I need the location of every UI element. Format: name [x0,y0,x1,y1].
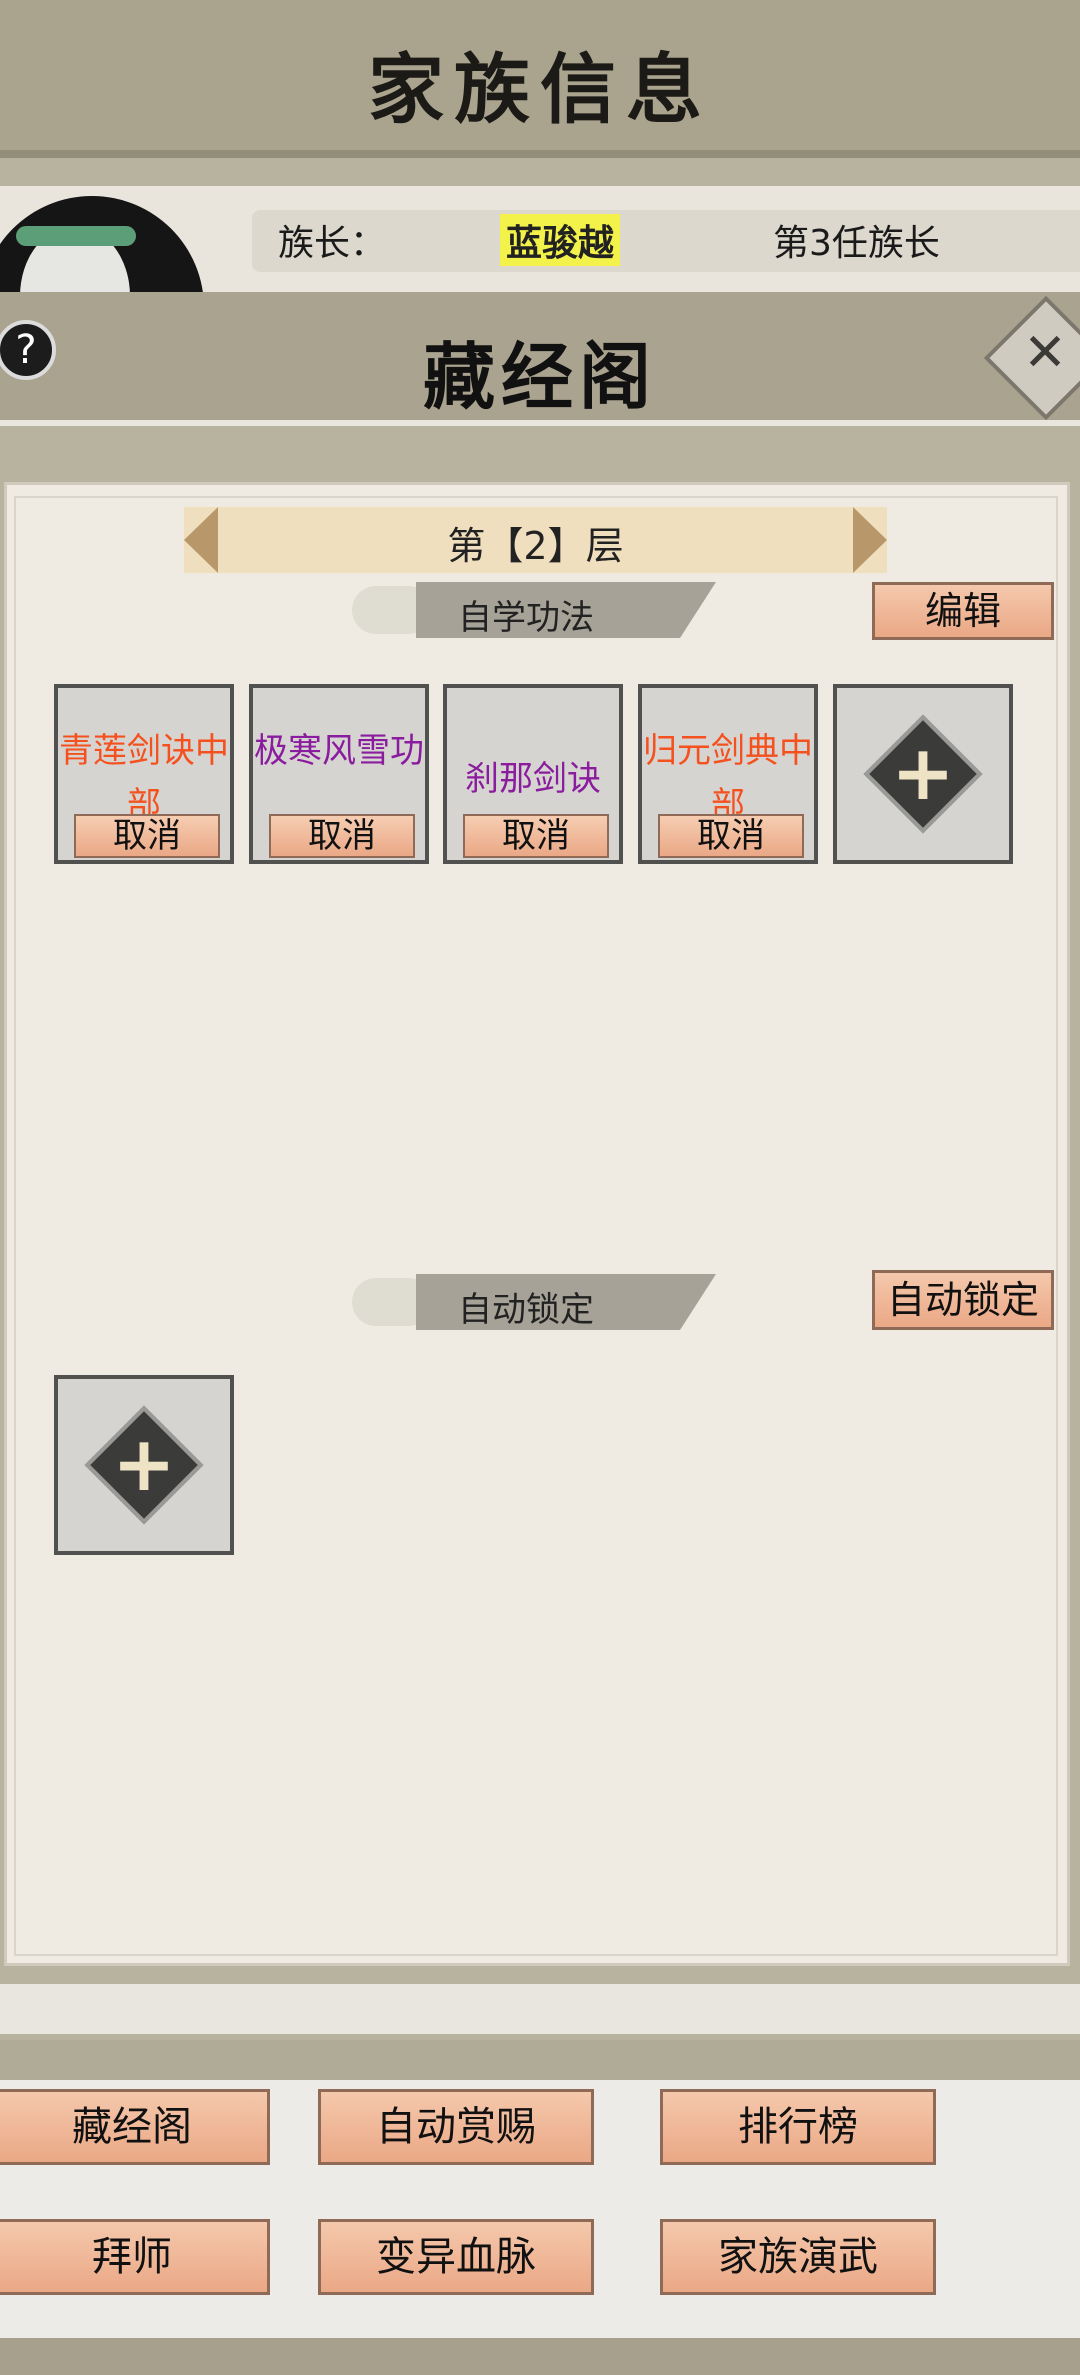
nav-ranking-button[interactable]: 排行榜 [660,2089,936,2165]
skill-slot[interactable]: 极寒风雪功 取消 [249,684,429,864]
bottom-border [0,2338,1080,2375]
bottom-divider [0,2040,1080,2080]
auto-lock-button[interactable]: 自动锁定 [872,1270,1054,1330]
floor-label: 第【2】层 [447,524,624,568]
cancel-button[interactable]: 取消 [269,814,415,858]
skill-name: 刹那剑诀 [465,759,601,799]
add-lock-slot[interactable]: + [54,1375,234,1555]
dialog-title: 藏经阁 [422,334,657,419]
dialog-divider [0,426,1080,482]
nav-bloodline-button[interactable]: 变异血脉 [318,2219,594,2295]
nav-library-button[interactable]: 藏经阁 [0,2089,270,2165]
skill-slot[interactable]: 青莲剑诀中部 取消 [54,684,234,864]
nav-apprentice-button[interactable]: 拜师 [0,2219,270,2295]
skill-name: 极寒风雪功 [254,731,424,771]
section-title-self-study: 自学功法 [458,598,594,638]
section-title-auto-lock: 自动锁定 [458,1290,594,1330]
close-icon[interactable]: ✕ [1000,318,1080,388]
bottom-strip [0,1984,1080,2034]
cancel-button[interactable]: 取消 [74,814,220,858]
leader-label: 族长： [278,223,387,264]
edit-button[interactable]: 编辑 [872,582,1054,640]
add-skill-slot[interactable]: + [833,684,1013,864]
cancel-button[interactable]: 取消 [463,814,609,858]
nav-family-duel-button[interactable]: 家族演武 [660,2219,936,2295]
skill-slot[interactable]: 刹那剑诀 取消 [443,684,623,864]
leader-name[interactable]: 蓝骏越 [500,214,621,266]
skill-slot[interactable]: 归元剑典中部 取消 [638,684,818,864]
avatar-ornament-icon [16,226,136,246]
cancel-button[interactable]: 取消 [658,814,804,858]
leader-rank: 第3任族长 [773,223,940,264]
nav-auto-reward-button[interactable]: 自动赏赐 [318,2089,594,2165]
plus-icon: + [891,728,955,817]
page-title: 家族信息 [368,45,712,134]
plus-icon: + [112,1419,176,1508]
